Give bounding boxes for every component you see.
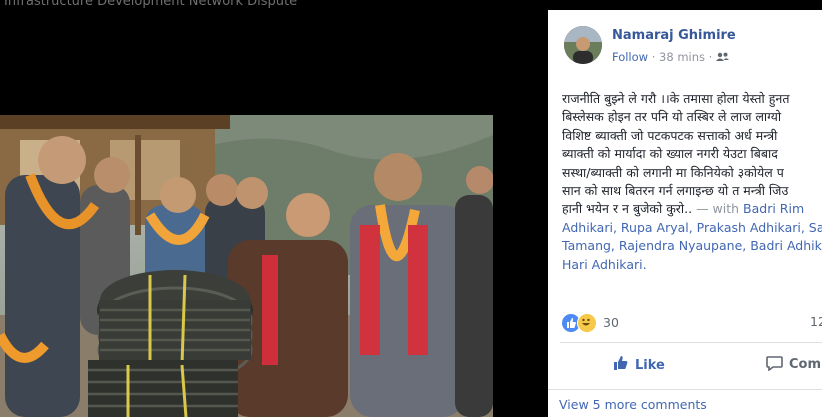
comment-label: Comm: [789, 357, 822, 372]
reaction-count: 30: [603, 315, 619, 330]
post-line: सस्था/ब्याक्ती को लगानी मा किनियेको ३कोय…: [562, 164, 784, 180]
author-avatar[interactable]: [564, 26, 602, 64]
post-line: हानी भयेन र न बुजेको कुरो.. — with Badri…: [562, 200, 822, 218]
divider: [548, 389, 822, 390]
post-line: बिस्लेसक होइन तर पनि यो तस्बिर ले लाज ला…: [562, 109, 782, 125]
tagged-people[interactable]: Hari Adhikari.: [562, 256, 822, 274]
photo-illustration: [0, 115, 493, 417]
friends-audience-icon[interactable]: [715, 52, 729, 62]
post-line: विशिष्ट ब्याक्ती जो पटकपटक सत्ताको अर्ध …: [562, 127, 778, 143]
like-button[interactable]: Like: [613, 355, 665, 373]
post-line: ब्याक्ती को मार्यादा को ख्याल नगरी येउटा…: [562, 146, 778, 162]
with-label: — with: [696, 201, 744, 217]
author-name[interactable]: Namaraj Ghimire: [612, 28, 736, 43]
tagged-people[interactable]: Badri Rim: [743, 201, 804, 216]
meta-dot: ·: [651, 50, 660, 64]
post-line-text: हानी भयेन र न बुजेको कुरो..: [562, 201, 697, 217]
post-line: राजनीति बुझ्ने ले गरौ ।।के तमासा होला ये…: [562, 91, 790, 106]
post-meta: Follow · 38 mins ·: [612, 50, 729, 64]
cut-title: Infrastructure Development Network Dispu…: [4, 0, 298, 9]
tagged-people[interactable]: Adhikari, Rupa Aryal, Prakash Adhikari, …: [562, 219, 822, 237]
comment-button[interactable]: Comm: [766, 355, 822, 372]
post-photo[interactable]: [0, 115, 493, 417]
reactions-summary[interactable]: 30: [562, 312, 619, 333]
top-strip: Infrastructure Development Network Dispu…: [0, 0, 548, 10]
comment-icon: [766, 356, 783, 372]
haha-reaction-icon: [577, 312, 597, 333]
post-time[interactable]: 38 mins: [659, 50, 705, 64]
post-text: राजनीति बुझ्ने ले गरौ ।।के तमासा होला ये…: [562, 90, 822, 274]
avatar-image: [564, 26, 602, 64]
comment-count[interactable]: 12: [810, 314, 822, 329]
post-panel: Namaraj Ghimire Follow · 38 mins · राजनी…: [548, 10, 822, 417]
tagged-people[interactable]: Tamang, Rajendra Nyaupane, Badri Adhik: [562, 237, 822, 255]
like-icon: [614, 356, 628, 370]
divider: [560, 342, 822, 343]
meta-dot-2: ·: [708, 50, 716, 64]
follow-link[interactable]: Follow: [612, 50, 648, 64]
post-line: सान को साथ बितरन गर्न लगाइन्छ यो त मन्त्…: [562, 183, 789, 199]
like-label: Like: [635, 358, 665, 373]
view-more-comments-link[interactable]: View 5 more comments: [559, 397, 707, 412]
